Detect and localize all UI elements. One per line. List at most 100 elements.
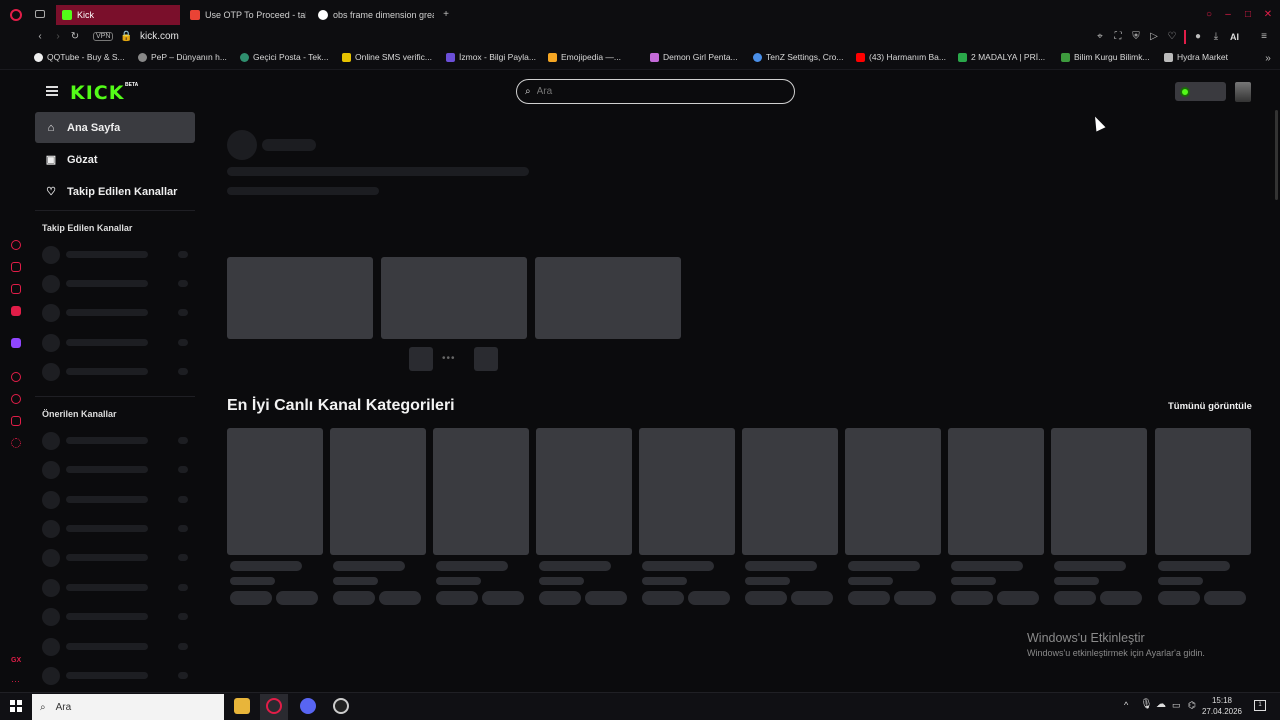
bookmark-label: TenZ Settings, Cro... <box>766 52 844 62</box>
scrollbar[interactable] <box>1275 110 1278 200</box>
gmail-favicon-icon <box>190 10 200 20</box>
close-window-icon[interactable]: ✕ <box>1262 9 1274 21</box>
nav-following[interactable]: ♡ Takip Edilen Kanallar <box>35 176 195 207</box>
bookmark-item[interactable]: İzmox - Bilgi Payla... <box>446 52 536 62</box>
obs-icon[interactable] <box>333 698 349 714</box>
bookmark-item[interactable]: Hydra Market <box>1164 52 1228 62</box>
avatar[interactable] <box>1235 82 1251 102</box>
bookmark-item[interactable]: Demon Girl Penta... <box>650 52 738 62</box>
url-text[interactable]: kick.com <box>140 31 179 42</box>
gx-control-icon[interactable] <box>11 240 21 250</box>
browse-icon: ▣ <box>45 154 57 166</box>
snapshot-icon[interactable]: ⛶ <box>1112 31 1124 43</box>
tab-manager-icon[interactable] <box>35 10 45 18</box>
heart-outline-icon[interactable]: ♡ <box>1166 31 1178 43</box>
bookmark-item[interactable]: 2 MADALYA | PRİ... <box>958 52 1045 62</box>
izmox-icon <box>446 52 455 62</box>
channel-skeleton <box>42 549 188 567</box>
search-tabs-icon[interactable]: ○ <box>1203 9 1215 21</box>
bookmark-item[interactable]: Online SMS verific... <box>342 52 432 62</box>
activation-watermark-title: Windows'u Etkinleştir <box>1027 631 1145 645</box>
temp-mail-icon <box>240 52 249 62</box>
hydra-icon <box>1164 52 1173 62</box>
search-icon: ⌕ <box>525 86 531 97</box>
notification-center-icon[interactable]: 1 <box>1254 700 1266 711</box>
clock-time: 15:18 <box>1211 696 1233 705</box>
reload-icon[interactable]: ↻ <box>69 31 81 43</box>
search-input[interactable] <box>536 86 767 97</box>
bookmark-item[interactable]: PeP – Dünyanın h... <box>138 52 227 62</box>
carousel-card[interactable] <box>227 257 373 339</box>
tray-chevron-icon[interactable]: ^ <box>1124 700 1128 710</box>
bookmark-item[interactable]: TenZ Settings, Cro... <box>753 52 843 62</box>
search-bar[interactable]: ⌕ <box>516 79 795 104</box>
history-icon[interactable] <box>11 394 21 404</box>
microphone-icon[interactable]: 🎙 <box>1140 699 1153 710</box>
address-bar <box>0 28 1280 48</box>
weather-icon[interactable]: ☁ <box>1156 699 1166 710</box>
featured-title-skeleton <box>262 139 316 151</box>
twitch-icon[interactable] <box>11 338 21 348</box>
kick-favicon-icon <box>62 10 72 20</box>
carousel-card[interactable] <box>535 257 681 339</box>
channel-skeleton <box>42 608 188 626</box>
more-icon[interactable]: ··· <box>11 676 20 686</box>
carousel-next-button[interactable] <box>474 347 498 371</box>
bookmark-label: Demon Girl Penta... <box>663 52 738 62</box>
extensions-icon[interactable] <box>11 416 21 426</box>
tab-gmail[interactable]: Use OTP To Proceed - tah <box>184 5 306 25</box>
heart-icon: ♡ <box>46 186 56 198</box>
aria-ai-button[interactable]: AI <box>1230 32 1239 42</box>
carousel-prev-button[interactable] <box>409 347 433 371</box>
vpn-badge[interactable]: VPN <box>93 32 114 41</box>
hamburger-menu-icon[interactable] <box>46 86 58 96</box>
nav-home[interactable]: ⌂ Ana Sayfa <box>35 112 195 143</box>
player-icon[interactable] <box>11 372 21 382</box>
opera-gx-icon[interactable] <box>266 698 282 714</box>
bookmark-item[interactable]: Bilim Kurgu Bilimk... <box>1061 52 1150 62</box>
download-icon[interactable]: ⤓ <box>1210 31 1222 43</box>
tab-label: Use OTP To Proceed - tah <box>205 10 306 20</box>
messenger-icon[interactable] <box>11 306 21 316</box>
view-all-link[interactable]: Tümünü görüntüle <box>1168 401 1252 412</box>
maximize-icon[interactable]: □ <box>1242 9 1254 21</box>
play-icon[interactable]: ▷ <box>1148 31 1160 43</box>
bookmark-item[interactable]: Emojipedia —... <box>548 52 621 62</box>
start-windows-icon[interactable] <box>10 700 22 712</box>
monitor-icon[interactable]: ▭ <box>1172 700 1181 711</box>
new-tab-icon[interactable]: + <box>440 9 452 21</box>
bookmark-item[interactable]: QQTube - Buy & S... <box>34 52 125 62</box>
easy-setup-icon[interactable]: ≡ <box>1258 31 1270 43</box>
settings-icon[interactable] <box>11 438 21 448</box>
tab-google[interactable]: obs frame dimension great <box>312 5 434 25</box>
instagram-icon[interactable] <box>11 284 21 294</box>
profile-icon[interactable]: ● <box>1192 31 1204 43</box>
bookmark-label: Hydra Market <box>1177 52 1229 62</box>
bookmark-item[interactable]: (43) Harmanım Ba... <box>856 52 946 62</box>
gx-corner-icon[interactable] <box>11 262 21 272</box>
opera-logo-icon[interactable] <box>10 9 22 21</box>
tab-kick[interactable]: Kick <box>56 5 180 25</box>
nav-browse[interactable]: ▣ Gözat <box>35 144 195 175</box>
recommended-channels-heading: Önerilen Kanallar <box>42 409 117 419</box>
shield-icon[interactable]: ⛨ <box>1130 31 1142 43</box>
channel-skeleton <box>42 275 188 293</box>
carousel-card[interactable] <box>381 257 527 339</box>
forward-icon[interactable]: › <box>52 31 64 43</box>
back-icon[interactable]: ‹ <box>34 31 46 43</box>
home-icon: ⌂ <box>47 121 55 134</box>
kick-logo[interactable]: KICK <box>70 82 124 104</box>
file-explorer-icon[interactable] <box>234 698 250 714</box>
bookmark-label: Emojipedia —... <box>561 52 621 62</box>
more-bookmarks-icon[interactable]: » <box>1262 53 1274 65</box>
featured-line-skeleton <box>227 167 529 176</box>
bookmark-pin-icon[interactable]: ⌖ <box>1094 31 1106 43</box>
theme-toggle[interactable] <box>1175 82 1226 101</box>
taskbar-search[interactable]: ⌕ Ara <box>32 694 224 720</box>
bookmark-item[interactable]: Geçici Posta - Tek... <box>240 52 328 62</box>
taskbar-clock[interactable]: 15:18 27.04.2026 <box>1196 695 1248 717</box>
minimize-icon[interactable]: – <box>1222 9 1234 21</box>
discord-icon[interactable] <box>300 698 316 714</box>
network-icon[interactable]: ⌬ <box>1188 700 1196 711</box>
tab-label: Kick <box>77 10 95 20</box>
